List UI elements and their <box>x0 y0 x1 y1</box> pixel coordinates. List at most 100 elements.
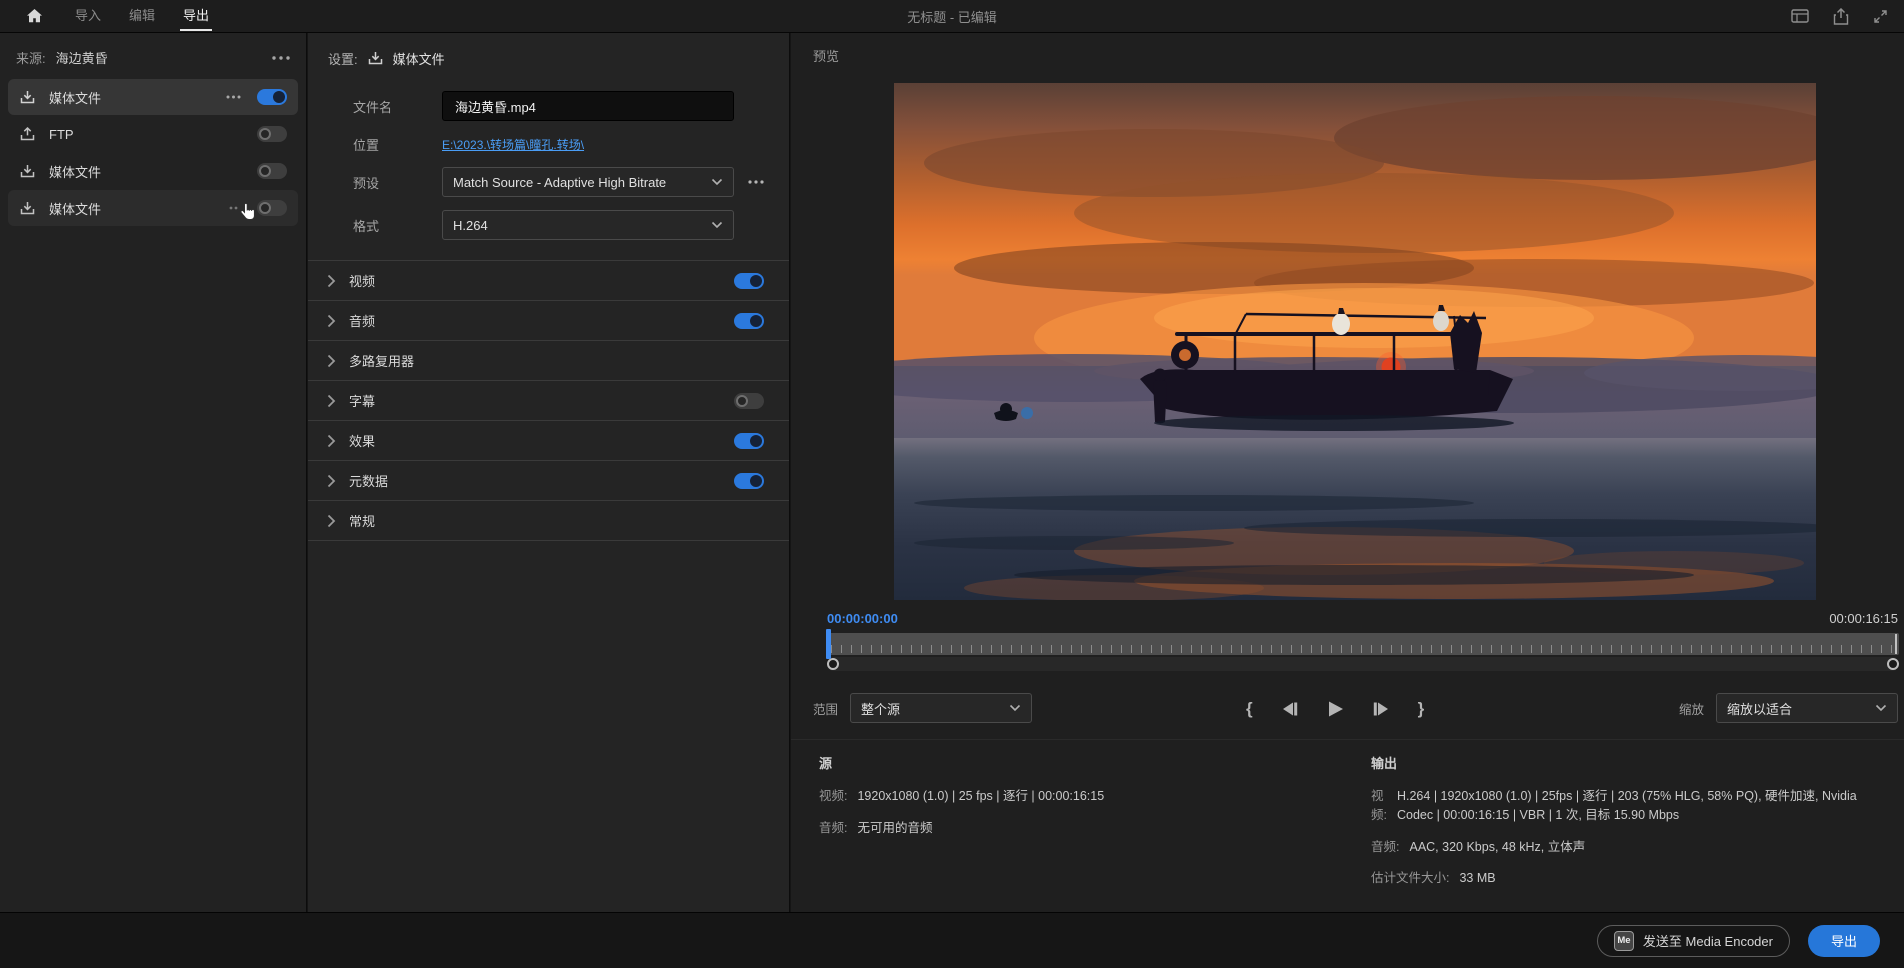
section-toggle[interactable] <box>734 313 764 329</box>
section-general[interactable]: 常规 <box>308 501 789 541</box>
filename-input[interactable]: 海边黄昏.mp4 <box>442 91 734 121</box>
step-back-icon[interactable] <box>1281 701 1299 717</box>
source-audio-value: 无可用的音频 <box>857 819 932 838</box>
send-to-media-encoder-label: 发送至 Media Encoder <box>1643 931 1773 950</box>
export-settings-panel: 设置: 媒体文件 文件名 海边黄昏.mp4 位置 E:\2023.\转场篇\瞳孔… <box>308 33 790 912</box>
mark-in-icon[interactable]: { <box>1246 699 1253 719</box>
section-audio[interactable]: 音频 <box>308 301 789 341</box>
tab-edit[interactable]: 编辑 <box>129 0 155 33</box>
source-info-column: 源 视频: 1920x1080 (1.0) | 25 fps | 逐行 | 00… <box>819 753 1104 851</box>
destination-more-icon[interactable] <box>226 95 241 99</box>
zoom-dropdown[interactable]: 缩放以适合 <box>1716 693 1898 723</box>
step-forward-icon[interactable] <box>1372 701 1390 717</box>
section-label: 视频 <box>349 271 734 290</box>
preset-dropdown[interactable]: Match Source - Adaptive High Bitrate <box>442 167 734 197</box>
source-info-header: 源 <box>819 753 1104 772</box>
media-info-section: 源 视频: 1920x1080 (1.0) | 25 fps | 逐行 | 00… <box>791 739 1904 912</box>
filename-label: 文件名 <box>353 97 442 116</box>
destination-item-media-file-3[interactable]: 媒体文件 <box>8 190 298 226</box>
chevron-right-icon <box>327 354 336 368</box>
location-link[interactable]: E:\2023.\转场篇\瞳孔.转场\ <box>442 136 584 153</box>
fullscreen-icon[interactable] <box>1873 9 1888 24</box>
section-label: 常规 <box>349 511 764 530</box>
section-toggle[interactable] <box>734 273 764 289</box>
zoom-value: 缩放以适合 <box>1727 699 1792 718</box>
export-button-label: 导出 <box>1831 931 1857 950</box>
format-dropdown[interactable]: H.264 <box>442 210 734 240</box>
chevron-right-icon <box>327 434 336 448</box>
destination-toggle[interactable] <box>257 126 287 142</box>
scrubber-track[interactable] <box>827 633 1899 655</box>
video-preview-frame[interactable] <box>894 83 1816 600</box>
send-to-media-encoder-button[interactable]: Me 发送至 Media Encoder <box>1597 925 1790 957</box>
chevron-down-icon <box>711 221 723 229</box>
estimated-size-value: 33 MB <box>1459 869 1495 888</box>
range-label: 范围 <box>813 699 838 718</box>
workspace-icon[interactable] <box>1791 9 1809 23</box>
destination-toggle[interactable] <box>257 200 287 216</box>
settings-label: 设置: <box>328 49 358 68</box>
chevron-down-icon <box>1875 704 1887 712</box>
mark-out-icon[interactable]: } <box>1418 699 1425 719</box>
tab-export[interactable]: 导出 <box>183 0 209 33</box>
section-toggle[interactable] <box>734 393 764 409</box>
in-point-handle[interactable] <box>827 658 839 670</box>
section-label: 效果 <box>349 431 734 450</box>
preset-more-icon[interactable] <box>748 180 764 184</box>
destination-item-media-file-2[interactable]: 媒体文件 <box>8 153 298 189</box>
source-more-icon[interactable] <box>272 56 290 60</box>
section-label: 音频 <box>349 311 734 330</box>
preview-label: 预览 <box>813 46 839 65</box>
export-button[interactable]: 导出 <box>1808 925 1880 957</box>
upload-icon <box>19 126 36 143</box>
chevron-right-icon <box>327 474 336 488</box>
section-effects[interactable]: 效果 <box>308 421 789 461</box>
footer-bar: Me 发送至 Media Encoder 导出 <box>0 912 1904 968</box>
sunset-boat-scene <box>894 83 1816 600</box>
section-metadata[interactable]: 元数据 <box>308 461 789 501</box>
format-label: 格式 <box>353 216 442 235</box>
chevron-right-icon <box>327 514 336 528</box>
chevron-right-icon <box>327 274 336 288</box>
section-multiplexer[interactable]: 多路复用器 <box>308 341 789 381</box>
play-icon[interactable] <box>1327 700 1344 718</box>
current-timecode: 00:00:00:00 <box>827 611 898 626</box>
download-icon <box>19 89 36 106</box>
destination-more-icon[interactable] <box>229 206 238 210</box>
home-icon[interactable] <box>26 8 43 24</box>
destination-toggle[interactable] <box>257 163 287 179</box>
estimated-size-label: 估计文件大小: <box>1371 869 1449 888</box>
main-tabs: 导入 编辑 导出 <box>75 0 209 33</box>
destinations-sidebar: 来源: 海边黄昏 媒体文件 FTP <box>0 33 307 912</box>
section-label: 元数据 <box>349 471 734 490</box>
out-point-handle[interactable] <box>1887 658 1899 670</box>
preset-value: Match Source - Adaptive High Bitrate <box>453 175 666 190</box>
destination-item-ftp[interactable]: FTP <box>8 116 298 152</box>
share-icon[interactable] <box>1833 8 1849 25</box>
destination-label: 媒体文件 <box>49 199 229 218</box>
location-label: 位置 <box>353 135 442 154</box>
chevron-right-icon <box>327 394 336 408</box>
filename-value: 海边黄昏.mp4 <box>455 97 536 116</box>
playhead[interactable] <box>826 629 831 659</box>
destination-item-media-file-1[interactable]: 媒体文件 <box>8 79 298 115</box>
source-video-value: 1920x1080 (1.0) | 25 fps | 逐行 | 00:00:16… <box>857 787 1104 806</box>
destination-toggle[interactable] <box>257 89 287 105</box>
range-dropdown[interactable]: 整个源 <box>850 693 1032 723</box>
section-toggle[interactable] <box>734 473 764 489</box>
section-toggle[interactable] <box>734 433 764 449</box>
section-captions[interactable]: 字幕 <box>308 381 789 421</box>
output-video-label: 视 频: <box>1371 787 1387 825</box>
tab-import[interactable]: 导入 <box>75 0 101 33</box>
zoom-label: 缩放 <box>1679 699 1704 718</box>
app-title-bar: 导入 编辑 导出 无标题 - 已编辑 <box>0 0 1904 33</box>
chevron-down-icon <box>711 178 723 186</box>
trim-range-bar[interactable] <box>827 657 1899 671</box>
scrubber-ticks <box>831 645 1895 653</box>
download-icon <box>19 163 36 180</box>
timeline-scrubber[interactable] <box>827 633 1899 671</box>
media-encoder-icon: Me <box>1614 931 1634 951</box>
range-value: 整个源 <box>861 699 900 718</box>
source-audio-label: 音频: <box>819 819 847 838</box>
section-video[interactable]: 视频 <box>308 261 789 301</box>
